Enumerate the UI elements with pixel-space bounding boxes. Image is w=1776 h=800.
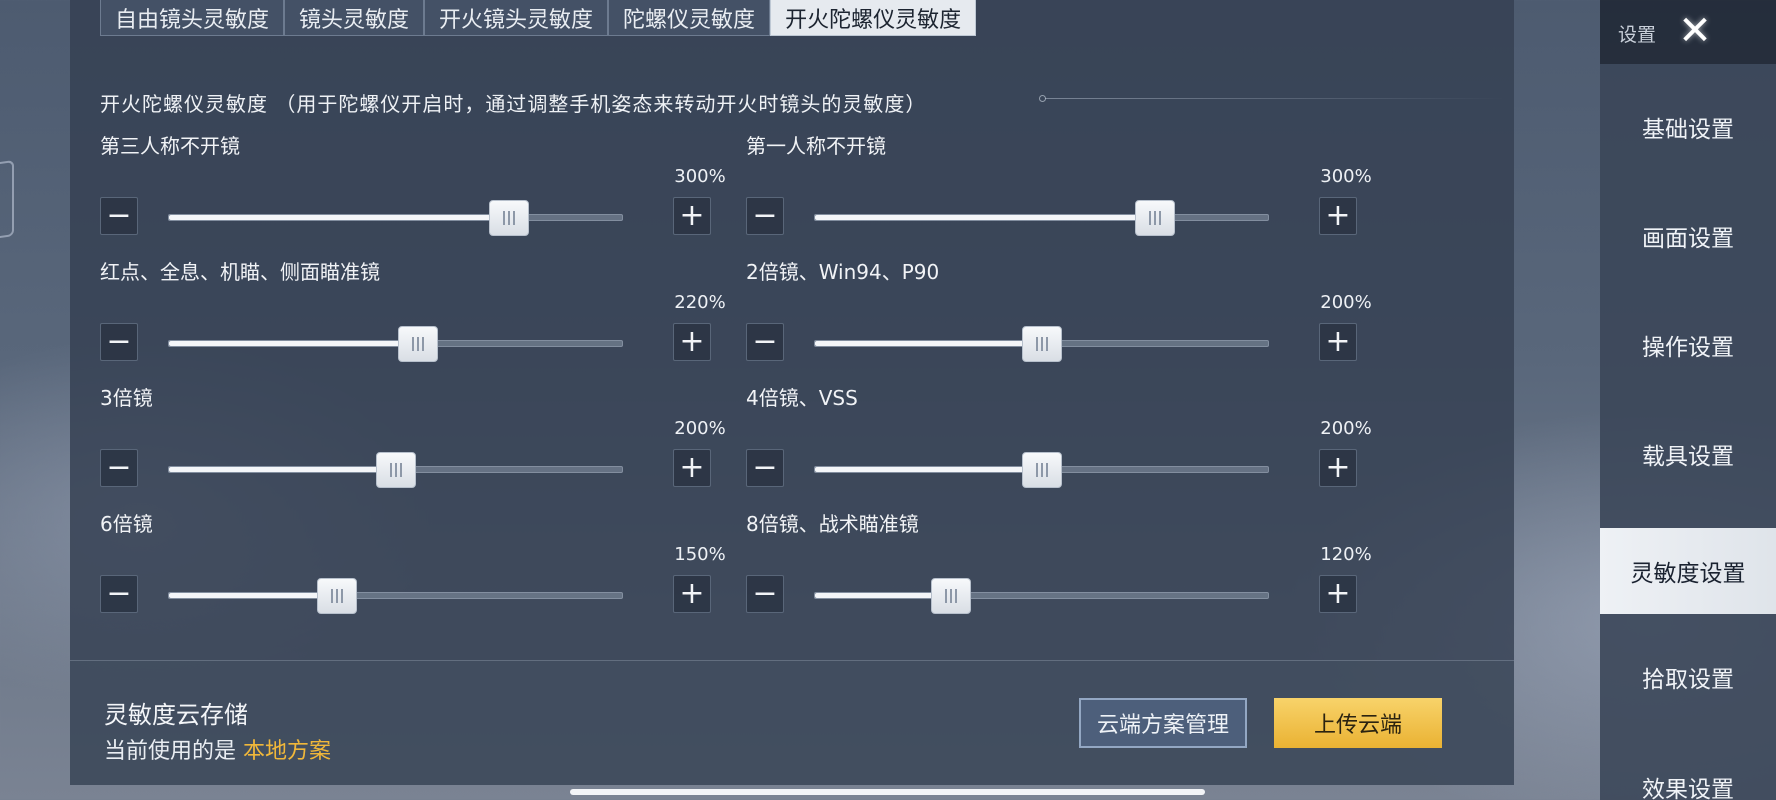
cloud-plan-manage-button[interactable]: 云端方案管理 — [1079, 698, 1247, 748]
setting-label: 3倍镜 — [100, 386, 153, 410]
close-icon[interactable]: ✕ — [1672, 8, 1718, 54]
slider-track[interactable] — [814, 326, 1269, 362]
tab-fire-gyroscope[interactable]: 开火陀螺仪灵敏度 — [770, 0, 977, 36]
slider-thumb[interactable] — [1134, 200, 1175, 236]
increase-button[interactable]: + — [673, 197, 711, 235]
setting-6x-scope: 6倍镜 150% − + — [100, 508, 760, 618]
setting-label: 红点、全息、机瞄、侧面瞄准镜 — [100, 260, 380, 284]
decrease-button[interactable]: − — [746, 323, 784, 361]
slider-fill — [815, 341, 1042, 346]
settings-panel: 自由镜头灵敏度 镜头灵敏度 开火镜头灵敏度 陀螺仪灵敏度 开火陀螺仪灵敏度 开火… — [70, 0, 1514, 660]
slider-fill — [169, 341, 419, 346]
increase-button[interactable]: + — [1319, 197, 1357, 235]
increase-button[interactable]: + — [673, 449, 711, 487]
sidebar-item-graphics[interactable]: 画面设置 — [1600, 193, 1776, 279]
slider-thumb[interactable] — [375, 452, 416, 488]
setting-value: 220% — [674, 292, 726, 313]
slider-track[interactable] — [814, 200, 1269, 236]
decrease-button[interactable]: − — [746, 197, 784, 235]
tab-camera[interactable]: 镜头灵敏度 — [284, 0, 425, 36]
slider-track[interactable] — [814, 578, 1269, 614]
slider-thumb[interactable] — [1021, 326, 1062, 362]
tab-free-camera[interactable]: 自由镜头灵敏度 — [100, 0, 285, 36]
setting-value: 200% — [1320, 292, 1372, 313]
cloud-storage-status: 当前使用的是 本地方案 — [104, 733, 331, 765]
tab-gyroscope[interactable]: 陀螺仪灵敏度 — [608, 0, 771, 36]
slider-track[interactable] — [168, 200, 623, 236]
setting-4x-scope: 4倍镜、VSS 200% − + — [746, 382, 1406, 492]
setting-value: 300% — [674, 166, 726, 187]
sidebar-item-basic[interactable]: 基础设置 — [1600, 84, 1776, 170]
slider-thumb[interactable] — [930, 578, 971, 614]
setting-label: 2倍镜、Win94、P90 — [746, 260, 940, 284]
setting-2x-scope: 2倍镜、Win94、P90 200% − + — [746, 256, 1406, 366]
settings-header-label: 设置 — [1618, 24, 1657, 46]
setting-value: 200% — [674, 418, 726, 439]
decrease-button[interactable]: − — [100, 197, 138, 235]
home-indicator — [570, 789, 1205, 795]
setting-first-person-no-scope: 第一人称不开镜 300% − + — [746, 130, 1406, 240]
decrease-button[interactable]: − — [100, 323, 138, 361]
current-plan-name: 本地方案 — [243, 739, 332, 764]
decrease-button[interactable]: − — [746, 575, 784, 613]
setting-value: 150% — [674, 544, 726, 565]
increase-button[interactable]: + — [1319, 449, 1357, 487]
sensitivity-tabs: 自由镜头灵敏度 镜头灵敏度 开火镜头灵敏度 陀螺仪灵敏度 开火陀螺仪灵敏度 — [100, 0, 977, 36]
slider-thumb[interactable] — [488, 200, 529, 236]
cloud-storage-bar: 灵敏度云存储 当前使用的是 本地方案 云端方案管理 上传云端 — [70, 660, 1514, 785]
slider-thumb[interactable] — [398, 326, 439, 362]
slider-track[interactable] — [168, 452, 623, 488]
setting-value: 200% — [1320, 418, 1372, 439]
decrease-button[interactable]: − — [100, 449, 138, 487]
settings-sidebar: 基础设置 画面设置 操作设置 载具设置 灵敏度设置 拾取设置 效果设置 — [1600, 64, 1776, 800]
slider-fill — [815, 215, 1155, 220]
setting-third-person-no-scope: 第三人称不开镜 300% − + — [100, 130, 760, 240]
slider-fill — [169, 467, 396, 472]
setting-8x-scope: 8倍镜、战术瞄准镜 120% − + — [746, 508, 1406, 618]
slider-track[interactable] — [168, 578, 623, 614]
tab-fire-camera[interactable]: 开火镜头灵敏度 — [424, 0, 609, 36]
section-title: 开火陀螺仪灵敏度 （用于陀螺仪开启时，通过调整手机姿态来转动开火时镜头的灵敏度） — [100, 92, 927, 116]
setting-label: 第三人称不开镜 — [100, 134, 240, 158]
decrease-button[interactable]: − — [100, 575, 138, 613]
slider-track[interactable] — [814, 452, 1269, 488]
sidebar-item-pickup[interactable]: 拾取设置 — [1600, 634, 1776, 720]
slider-fill — [169, 215, 509, 220]
slider-track[interactable] — [168, 326, 623, 362]
setting-value: 300% — [1320, 166, 1372, 187]
slider-fill — [815, 467, 1042, 472]
sensitivity-list[interactable]: 第三人称不开镜 300% − + 第一人称不开镜 300% − + 红点、全息、… — [70, 130, 1514, 650]
sidebar-item-sensitivity[interactable]: 灵敏度设置 — [1600, 528, 1776, 614]
left-edge-decoration — [0, 160, 14, 240]
increase-button[interactable]: + — [673, 575, 711, 613]
increase-button[interactable]: + — [1319, 575, 1357, 613]
slider-fill — [169, 593, 337, 598]
setting-3x-scope: 3倍镜 200% − + — [100, 382, 760, 492]
increase-button[interactable]: + — [673, 323, 711, 361]
upload-cloud-button[interactable]: 上传云端 — [1274, 698, 1442, 748]
sidebar-item-controls[interactable]: 操作设置 — [1600, 302, 1776, 388]
cloud-storage-title: 灵敏度云存储 — [104, 701, 248, 729]
sidebar-header: 设置 ✕ — [1600, 0, 1776, 64]
sidebar-item-effects[interactable]: 效果设置 — [1600, 744, 1776, 800]
setting-label: 第一人称不开镜 — [746, 134, 886, 158]
setting-value: 120% — [1320, 544, 1372, 565]
status-prefix: 当前使用的是 — [104, 739, 243, 764]
setting-label: 4倍镜、VSS — [746, 386, 858, 410]
increase-button[interactable]: + — [1319, 323, 1357, 361]
setting-label: 6倍镜 — [100, 512, 153, 536]
decrease-button[interactable]: − — [746, 449, 784, 487]
setting-red-dot-holo: 红点、全息、机瞄、侧面瞄准镜 220% − + — [100, 256, 760, 366]
sidebar-item-vehicle[interactable]: 载具设置 — [1600, 411, 1776, 497]
slider-thumb[interactable] — [316, 578, 357, 614]
slider-thumb[interactable] — [1021, 452, 1062, 488]
title-divider — [1045, 98, 1505, 99]
setting-label: 8倍镜、战术瞄准镜 — [746, 512, 919, 536]
